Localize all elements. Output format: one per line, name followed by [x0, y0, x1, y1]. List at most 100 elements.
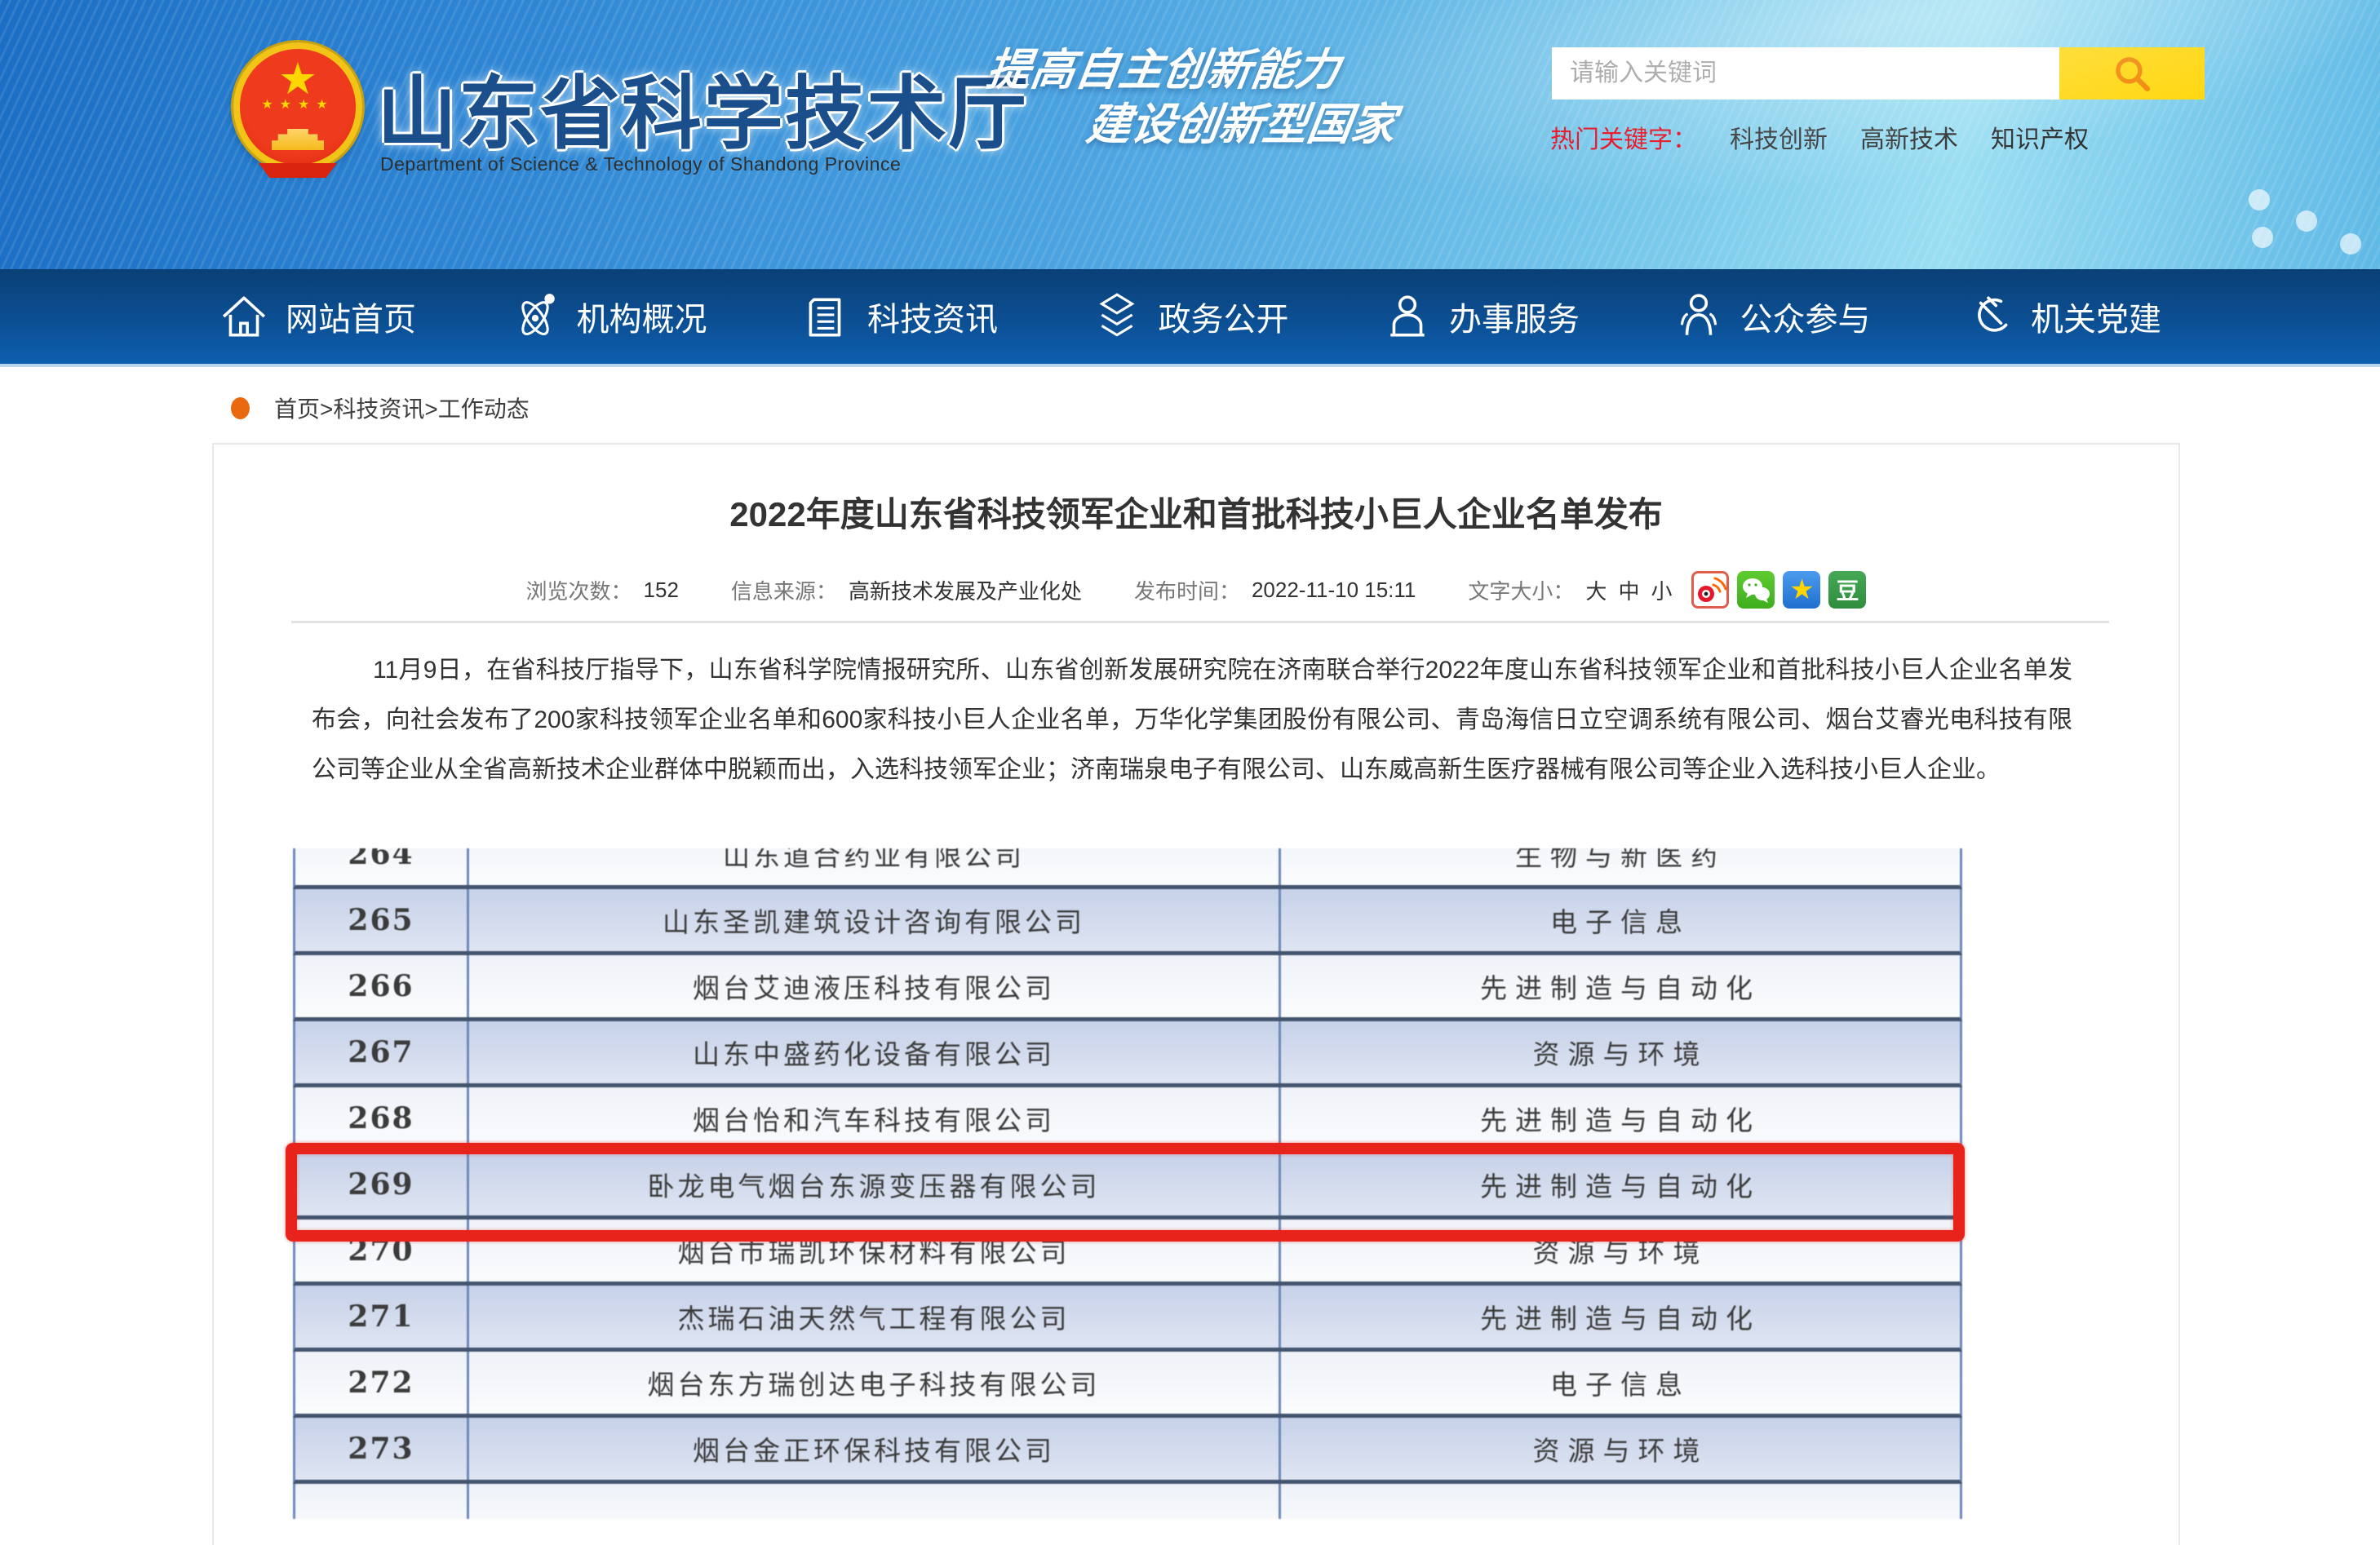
table-row: 272 烟台东方瑞创达电子科技有限公司 电子信息: [293, 1352, 1962, 1418]
table-row: 271 杰瑞石油天然气工程有限公司 先进制造与自动化: [293, 1286, 1962, 1352]
site-subtitle: Department of Science & Technology of Sh…: [380, 153, 901, 175]
row-number: 268: [295, 1087, 467, 1149]
meta-fontsize: 文字大小： 大 中 小: [1468, 575, 1672, 605]
company-name: [467, 1484, 1279, 1519]
decor-dot: [2252, 227, 2273, 248]
source-label: 信息来源：: [731, 575, 837, 605]
table-row: 270 烟台市瑞凯环保材料有限公司 资源与环境: [293, 1220, 1962, 1286]
home-icon: [219, 291, 269, 342]
slogan-line-2: 建设创新型国家: [1084, 100, 1398, 148]
company-list-table-image: 264 山东道合药业有限公司 生物与新医药 265 山东圣凯建筑设计咨询有限公司…: [293, 848, 1962, 1519]
time-value: 2022-11-10 15:11: [1252, 578, 1416, 603]
decor-dot: [2296, 210, 2317, 232]
share-weibo-button[interactable]: [1691, 571, 1729, 609]
article-title: 2022年度山东省科技领军企业和首批科技小巨人企业名单发布: [214, 487, 2178, 537]
industry-category: 资源与环境: [1279, 1418, 1960, 1480]
nav-item-services[interactable]: 办事服务: [1382, 291, 1580, 342]
share-qzone-button[interactable]: ★: [1783, 571, 1820, 609]
hot-keywords-label: 热门关键字：: [1550, 119, 1697, 155]
breadcrumb-dot-icon: [231, 397, 250, 419]
wechat-icon: [1740, 573, 1772, 606]
service-icon: [1382, 291, 1433, 342]
time-label: 发布时间：: [1134, 575, 1240, 605]
hot-keyword-link[interactable]: 高新技术: [1860, 119, 1958, 155]
company-name: 卧龙电气烟台东源变压器有限公司: [467, 1153, 1279, 1215]
main-nav: 网站首页 机构概况 科技资讯: [0, 269, 2380, 367]
nav-item-gov-affairs[interactable]: 政务公开: [1092, 291, 1289, 342]
meta-views: 浏览次数： 152: [526, 575, 679, 605]
layers-icon: [1092, 291, 1142, 342]
row-number: 265: [295, 889, 467, 951]
company-name: 烟台市瑞凯环保材料有限公司: [467, 1220, 1279, 1282]
meta-source: 信息来源： 高新技术发展及产业化处: [731, 575, 1082, 605]
company-name: 山东中盛药化设备有限公司: [467, 1021, 1279, 1083]
table-row: 268 烟台怡和汽车科技有限公司 先进制造与自动化: [293, 1087, 1962, 1153]
industry-category: 电子信息: [1279, 889, 1960, 951]
nav-item-party-building[interactable]: 机关党建: [1964, 291, 2161, 342]
party-icon: [1964, 291, 2014, 342]
meta-divider: [291, 621, 2109, 623]
hot-keywords-row: 热门关键字： 科技创新 高新技术 知识产权: [1550, 119, 2089, 155]
fontsize-small-button[interactable]: 小: [1651, 575, 1672, 605]
share-wechat-button[interactable]: [1737, 571, 1775, 609]
industry-category: [1279, 1484, 1960, 1519]
table-row-partial: [293, 1484, 1962, 1519]
nav-item-public-participation[interactable]: 公众参与: [1673, 291, 1871, 342]
industry-category: 资源与环境: [1279, 1220, 1960, 1282]
emblem-gate-icon: [272, 129, 324, 150]
nav-label: 办事服务: [1449, 293, 1580, 340]
industry-category: 先进制造与自动化: [1279, 955, 1960, 1017]
table-row: 264 山东道合药业有限公司 生物与新医药: [293, 848, 1962, 889]
row-number: 270: [295, 1220, 467, 1282]
nav-item-home[interactable]: 网站首页: [219, 291, 416, 342]
hot-keyword-link[interactable]: 科技创新: [1730, 119, 1828, 155]
table-row: 267 山东中盛药化设备有限公司 资源与环境: [293, 1021, 1962, 1087]
source-value: 高新技术发展及产业化处: [849, 575, 1082, 605]
search-button[interactable]: [2059, 47, 2205, 100]
row-number: 273: [295, 1418, 467, 1480]
decor-dot: [2340, 233, 2361, 255]
emblem-star-icon: ★: [240, 57, 356, 101]
article-panel: 2022年度山东省科技领军企业和首批科技小巨人企业名单发布 浏览次数： 152 …: [212, 443, 2180, 1545]
industry-category: 生物与新医药: [1279, 848, 1960, 885]
search-input[interactable]: [1552, 47, 2059, 100]
page: ★ ★★★★ 山东省科学技术厅 Department of Science & …: [0, 0, 2380, 1545]
emblem-small-stars-icon: ★★★★: [240, 96, 356, 113]
fontsize-label: 文字大小：: [1468, 575, 1574, 605]
views-value: 152: [644, 578, 679, 603]
article-meta-row: 浏览次数： 152 信息来源： 高新技术发展及产业化处 发布时间： 2022-1…: [214, 571, 2178, 609]
industry-category: 先进制造与自动化: [1279, 1286, 1960, 1348]
fontsize-medium-button[interactable]: 中: [1618, 575, 1639, 605]
nav-item-tech-news[interactable]: 科技资讯: [800, 291, 998, 342]
company-name: 烟台东方瑞创达电子科技有限公司: [467, 1352, 1279, 1414]
company-name: 烟台金正环保科技有限公司: [467, 1418, 1279, 1480]
people-icon: [1673, 291, 1724, 342]
share-bar: ★ 豆: [1691, 571, 1866, 609]
nav-label: 科技资讯: [867, 293, 998, 340]
decor-dot: [2249, 189, 2270, 210]
fontsize-large-button[interactable]: 大: [1585, 575, 1607, 605]
breadcrumb: 首页>科技资讯>工作动态: [231, 392, 530, 424]
breadcrumb-path[interactable]: 首页>科技资讯>工作动态: [274, 392, 530, 424]
douban-icon: 豆: [1836, 573, 1859, 606]
national-emblem-logo: ★ ★★★★: [233, 42, 362, 171]
emblem-ribbon: [259, 163, 337, 178]
industry-category: 资源与环境: [1279, 1021, 1960, 1083]
share-douban-button[interactable]: 豆: [1828, 571, 1866, 609]
row-number: 269: [295, 1153, 467, 1215]
company-name: 烟台怡和汽车科技有限公司: [467, 1087, 1279, 1149]
table-row: 265 山东圣凯建筑设计咨询有限公司 电子信息: [293, 889, 1962, 955]
search-icon: [2110, 51, 2154, 95]
row-number: 272: [295, 1352, 467, 1414]
nav-label: 网站首页: [286, 293, 416, 340]
row-number: 266: [295, 955, 467, 1017]
views-label: 浏览次数：: [526, 575, 632, 605]
industry-category: 电子信息: [1279, 1352, 1960, 1414]
nav-item-organization[interactable]: 机构概况: [510, 291, 707, 342]
weibo-icon: [1694, 573, 1726, 606]
company-name: 山东圣凯建筑设计咨询有限公司: [467, 889, 1279, 951]
industry-category: 先进制造与自动化: [1279, 1153, 1960, 1215]
row-number: 264: [295, 848, 467, 885]
hot-keyword-link[interactable]: 知识产权: [1991, 119, 2089, 155]
company-name: 烟台艾迪液压科技有限公司: [467, 955, 1279, 1017]
